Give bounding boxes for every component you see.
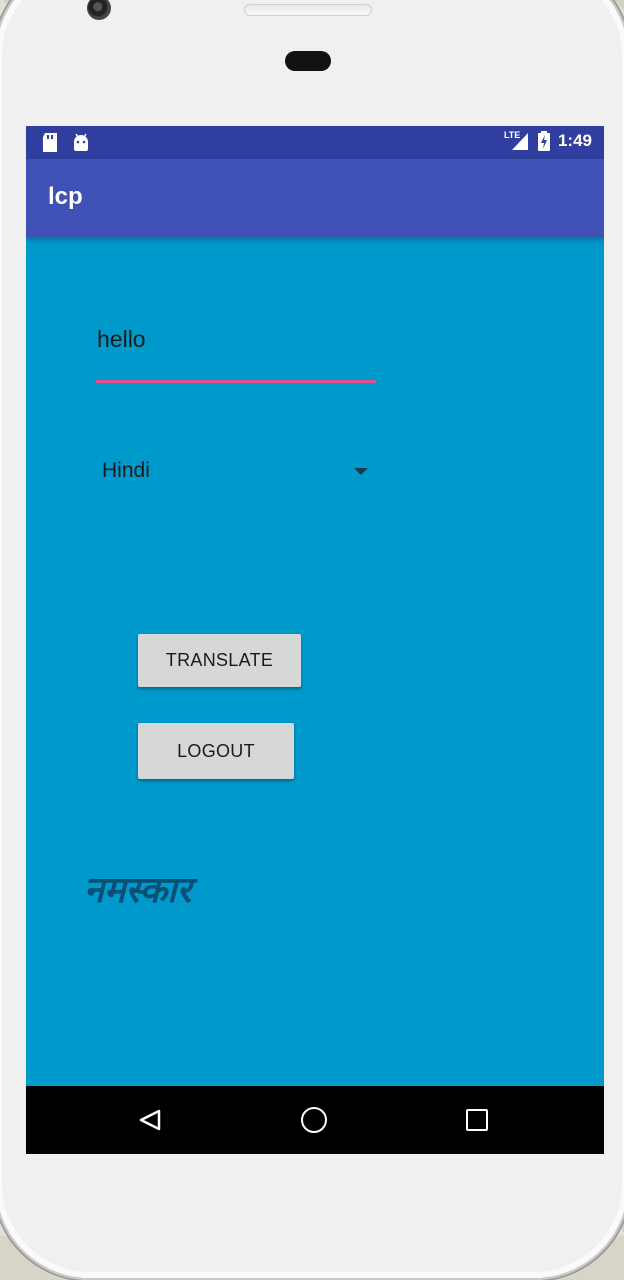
android-debug-icon	[74, 133, 88, 151]
logout-button[interactable]: LOGOUT	[138, 723, 294, 779]
language-spinner[interactable]: Hindi	[96, 446, 376, 498]
text-input[interactable]	[96, 316, 378, 362]
notification-icons	[42, 133, 90, 153]
translate-button[interactable]: TRANSLATE	[138, 634, 301, 687]
front-camera	[87, 0, 111, 20]
app-bar: lcp	[26, 159, 604, 237]
system-indicators: LTE 1:49	[504, 130, 592, 151]
lte-signal-icon: LTE	[504, 130, 530, 151]
sd-card-icon	[43, 133, 57, 152]
text-input-container	[96, 316, 378, 386]
earpiece-speaker	[244, 4, 372, 16]
language-selected: Hindi	[102, 459, 150, 482]
proximity-sensor	[285, 51, 331, 71]
back-icon[interactable]	[138, 1108, 162, 1132]
screen: LTE 1:49 lcp Hindi TRANSLATE LOGOUT नमस्…	[26, 126, 604, 1154]
clock: 1:49	[557, 131, 592, 150]
status-bar: LTE 1:49	[26, 126, 604, 159]
battery-charging-icon	[537, 131, 550, 151]
dropdown-arrow-icon	[354, 468, 368, 475]
translation-result: नमस्कार	[84, 870, 192, 911]
home-icon[interactable]	[301, 1107, 327, 1133]
app-title: lcp	[48, 183, 83, 210]
input-underline	[96, 380, 376, 383]
recent-apps-icon[interactable]	[466, 1109, 488, 1131]
navigation-bar	[26, 1086, 604, 1154]
